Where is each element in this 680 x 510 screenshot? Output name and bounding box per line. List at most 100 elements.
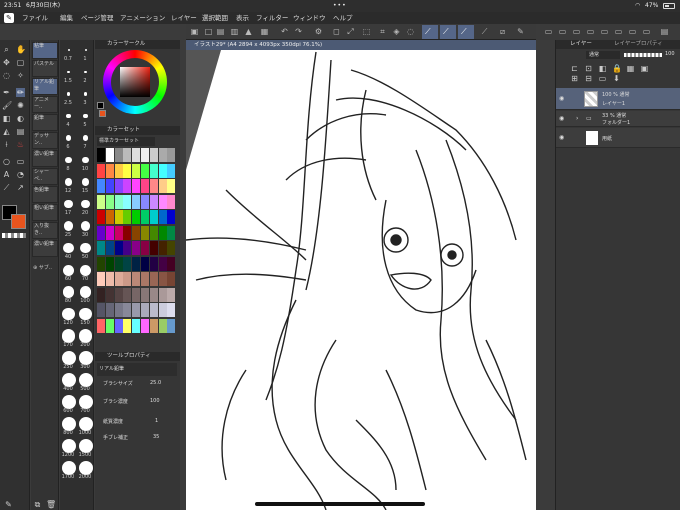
brush-size-cell[interactable]: 50 — [77, 240, 94, 261]
color-swatch[interactable] — [123, 179, 132, 193]
panel-4-icon[interactable]: ▭ — [586, 27, 595, 36]
sub-color-swatch[interactable] — [11, 214, 26, 229]
gradient-icon[interactable]: ▤ — [16, 127, 25, 136]
color-swatch[interactable] — [114, 179, 123, 193]
color-swatch[interactable] — [132, 148, 141, 162]
brush-size-cell[interactable]: 300 — [77, 350, 94, 371]
edit-icon[interactable]: ✎ — [516, 27, 525, 36]
brush-size-cell[interactable]: 12 — [60, 174, 77, 195]
color-swatch[interactable] — [123, 225, 132, 240]
flame-icon[interactable]: ♨ — [16, 140, 25, 149]
color-swatch[interactable] — [105, 287, 114, 302]
color-swatch[interactable] — [167, 256, 176, 271]
move-icon[interactable]: ✥ — [2, 58, 11, 67]
subtool-item[interactable]: 濃い鉛筆 — [32, 150, 58, 167]
new-layer-icon[interactable]: ⊞ — [570, 74, 579, 83]
color-set-select[interactable]: 標準カラーセット — [97, 137, 155, 146]
paper-density-value[interactable]: 1 — [155, 418, 158, 424]
color-swatch[interactable] — [167, 272, 176, 286]
brush-size-cell[interactable]: 4 — [60, 108, 77, 129]
color-swatch[interactable] — [141, 256, 149, 271]
brush-size-cell[interactable]: 170 — [60, 328, 77, 349]
color-swatch[interactable] — [149, 272, 158, 286]
color-swatch[interactable] — [105, 163, 114, 178]
color-swatch[interactable] — [105, 241, 114, 255]
menu-file[interactable]: ファイル — [22, 12, 48, 24]
color-swatch[interactable] — [149, 148, 158, 162]
color-swatch[interactable] — [158, 148, 167, 162]
color-swatch[interactable] — [167, 303, 176, 317]
ref-icon[interactable]: ⊡ — [584, 64, 593, 73]
panel-2-icon[interactable]: ▭ — [558, 27, 567, 36]
reference-icon[interactable]: ▦ — [260, 27, 269, 36]
color-swatch[interactable] — [141, 163, 149, 178]
eraser-icon[interactable]: ◧ — [2, 114, 11, 123]
subtool-item[interactable]: リアル鉛筆 — [32, 78, 58, 95]
canvas-menu-icon[interactable]: ▣ — [190, 27, 199, 36]
menu-page[interactable]: ページ管理 — [81, 12, 113, 24]
color-swatch[interactable] — [141, 194, 149, 209]
subtool-item[interactable]: 鉛筆 — [32, 114, 58, 131]
opacity-value[interactable]: 100 — [665, 51, 675, 57]
subtool-item[interactable]: 入り抜き.. — [32, 222, 58, 239]
panel-9-icon[interactable]: ▤ — [660, 27, 669, 36]
tool-settings-icon[interactable]: ✎ — [4, 500, 13, 509]
color-swatch[interactable] — [114, 148, 123, 162]
brush-size-cell[interactable]: 120 — [60, 306, 77, 327]
color-swatch[interactable] — [114, 318, 123, 333]
open-icon[interactable]: ▤ — [216, 27, 225, 36]
subtool-item[interactable]: 色鉛筆 — [32, 186, 58, 203]
brush-size-cell[interactable]: 2000 — [77, 460, 94, 481]
color-swatch[interactable] — [141, 148, 149, 162]
brush-size-cell[interactable]: 6 — [60, 130, 77, 151]
trash-icon[interactable]: 🗑 — [46, 500, 56, 509]
color-swatch[interactable] — [158, 287, 167, 302]
color-swatch[interactable] — [149, 241, 158, 255]
brush-size-cell[interactable]: 100 — [77, 284, 94, 305]
color-swatch[interactable] — [123, 163, 132, 178]
color-swatch[interactable] — [167, 194, 176, 209]
color-swatch[interactable] — [149, 303, 158, 317]
color-swatch[interactable] — [158, 272, 167, 286]
color-swatch[interactable] — [105, 194, 114, 209]
settings-icon[interactable]: ⚙ — [314, 27, 323, 36]
brush-size-cell[interactable]: 10 — [77, 152, 94, 173]
color-swatch[interactable] — [167, 241, 176, 255]
color-swatch[interactable] — [132, 256, 141, 271]
lasso-icon[interactable]: ◌ — [406, 27, 415, 36]
color-swatch[interactable] — [97, 194, 105, 209]
color-swatch[interactable] — [97, 256, 105, 271]
panel-3-icon[interactable]: ▭ — [572, 27, 581, 36]
color-swatch[interactable] — [123, 194, 132, 209]
color-swatch[interactable] — [149, 210, 158, 224]
color-swatch[interactable] — [141, 287, 149, 302]
mask-icon[interactable]: ▣ — [640, 64, 649, 73]
shape-icon[interactable]: ○ — [2, 157, 11, 166]
color-swatch[interactable] — [105, 179, 114, 193]
brush-size-cell[interactable]: 600 — [60, 394, 77, 415]
color-swatch[interactable] — [149, 225, 158, 240]
brush-size-cell[interactable]: 500 — [77, 372, 94, 393]
stabilization-value[interactable]: 35 — [153, 434, 159, 440]
color-swatch[interactable] — [141, 210, 149, 224]
color-swatch[interactable] — [132, 179, 141, 193]
color-swatch[interactable] — [141, 303, 149, 317]
menu-animation[interactable]: アニメーション — [120, 12, 165, 24]
color-swatch[interactable] — [123, 148, 132, 162]
brush-size-cell[interactable]: 1200 — [60, 438, 77, 459]
color-swatch[interactable] — [97, 241, 105, 255]
color-swatch[interactable] — [123, 210, 132, 224]
new-icon[interactable]: □ — [204, 27, 213, 36]
color-swatch[interactable] — [132, 272, 141, 286]
color-swatch[interactable] — [105, 318, 114, 333]
new-folder-icon[interactable]: ▭ — [598, 74, 607, 83]
brush-size-cell[interactable]: 250 — [60, 350, 77, 371]
brush-size-cell[interactable]: 200 — [77, 328, 94, 349]
brush-size-cell[interactable]: 20 — [77, 196, 94, 217]
brush-size-cell[interactable]: 1.5 — [60, 64, 77, 85]
layer-row[interactable]: ◉ 用紙 — [556, 128, 680, 148]
color-swatch[interactable] — [123, 318, 132, 333]
brush-size-cell[interactable]: 1 — [77, 42, 94, 63]
panel-7-icon[interactable]: ▭ — [628, 27, 637, 36]
hue-ring[interactable] — [103, 50, 167, 114]
